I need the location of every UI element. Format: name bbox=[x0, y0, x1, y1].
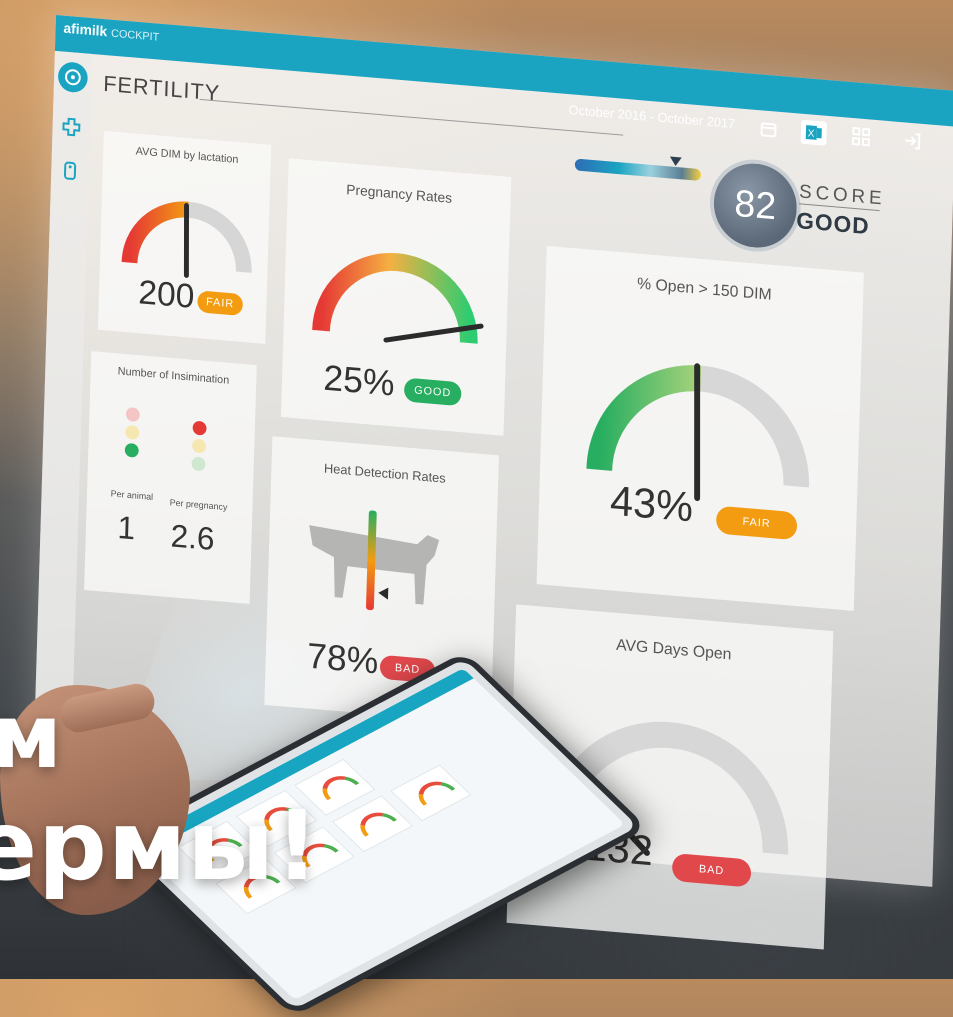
herd-icon[interactable] bbox=[57, 61, 89, 94]
date-range[interactable]: October 2016 - October 2017 bbox=[568, 102, 735, 131]
metric-value: 43% bbox=[609, 476, 694, 531]
metric-value: 78% bbox=[306, 634, 379, 682]
brand-name: afimilk bbox=[63, 19, 108, 40]
status-badge: FAIR bbox=[197, 290, 244, 317]
gauge-pregnancy bbox=[312, 253, 484, 344]
card-avg-dim[interactable]: AVG DIM by lactation 200 FAIR bbox=[97, 130, 272, 344]
score-value: 82 bbox=[733, 182, 777, 228]
metric-value: 25% bbox=[322, 356, 396, 404]
status-badge: BAD bbox=[671, 853, 752, 888]
excel-icon[interactable]: X bbox=[800, 119, 827, 146]
tag-icon[interactable] bbox=[55, 155, 85, 187]
svg-text:X: X bbox=[808, 128, 815, 140]
grid-icon[interactable] bbox=[848, 124, 874, 150]
score-circle: 82 bbox=[708, 156, 803, 256]
health-cross-icon[interactable] bbox=[56, 111, 86, 143]
card-title: Heat Detection Rates bbox=[323, 460, 446, 486]
calendar-icon[interactable] bbox=[755, 116, 781, 142]
per-animal-label: Per animal bbox=[110, 488, 154, 502]
card-title: % Open > 150 DIM bbox=[636, 275, 772, 304]
score-status: GOOD bbox=[795, 207, 870, 240]
metric-value: 200 bbox=[137, 273, 195, 316]
card-title: Number of Insimination bbox=[117, 365, 230, 387]
card-insemination[interactable]: Number of Insimination Per animal 1 Per … bbox=[84, 351, 257, 604]
status-badge: FAIR bbox=[715, 505, 798, 541]
per-pregnancy-value: 2.6 bbox=[170, 517, 216, 557]
brand-sub: COCKPIT bbox=[110, 27, 160, 44]
slider-marker-icon[interactable] bbox=[669, 156, 682, 167]
card-pregnancy-rates[interactable]: Pregnancy Rates 25% GOOD bbox=[280, 158, 512, 436]
traffic-lights bbox=[124, 407, 207, 471]
logout-icon[interactable] bbox=[899, 128, 925, 154]
card-open-150-dim[interactable]: % Open > 150 DIM 43% FAIR bbox=[536, 245, 864, 611]
top-bar: afimilk COCKPIT October 2016 - October 20… bbox=[54, 15, 953, 150]
per-animal-value: 1 bbox=[117, 509, 136, 547]
headline-line-1: м bbox=[0, 685, 63, 788]
tablet-mini-card bbox=[390, 764, 472, 822]
gauge-open-150 bbox=[586, 363, 810, 501]
cow-icon bbox=[309, 510, 440, 611]
score-slider[interactable] bbox=[574, 158, 702, 182]
app-brand: afimilk COCKPIT bbox=[63, 20, 159, 44]
status-badge: GOOD bbox=[403, 377, 462, 407]
per-pregnancy-label: Per pregnancy bbox=[169, 497, 228, 513]
headline-line-2: ермы! bbox=[0, 790, 320, 902]
title-divider bbox=[199, 98, 624, 136]
page-title: FERTILITY bbox=[102, 70, 221, 106]
